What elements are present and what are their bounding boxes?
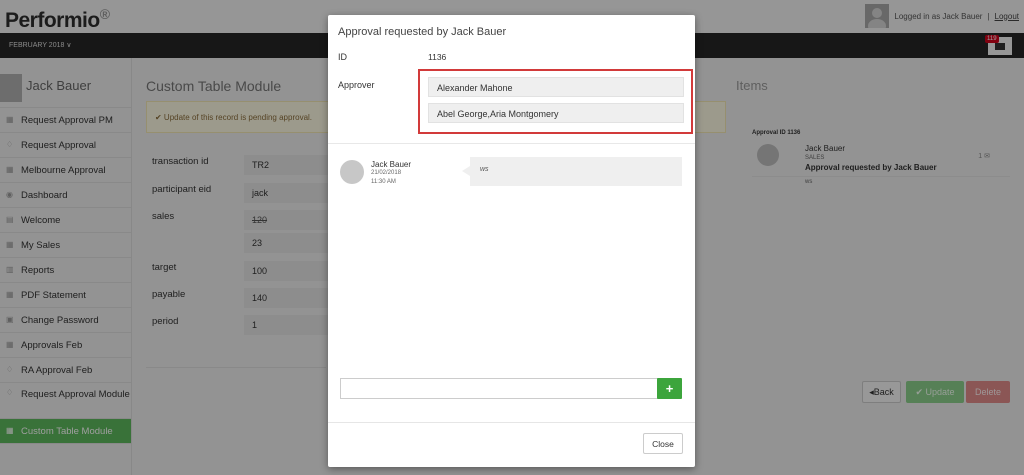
- approver-field-1: Alexander Mahone: [428, 77, 684, 97]
- id-label: ID: [338, 52, 347, 62]
- approver-label: Approver: [338, 80, 375, 90]
- approver-field-2: Abel George,Aria Montgomery: [428, 103, 684, 123]
- modal-footer-divider: [328, 422, 695, 423]
- approval-modal: Approval requested by Jack Bauer ID 1136…: [328, 15, 695, 467]
- comment-input[interactable]: [340, 378, 658, 399]
- close-button[interactable]: Close: [643, 433, 683, 454]
- add-comment-button[interactable]: +: [657, 378, 682, 399]
- comment-avatar: [340, 160, 364, 184]
- comment-author: Jack Bauer: [371, 160, 412, 169]
- approver-highlight-box: Alexander Mahone Abel George,Aria Montgo…: [418, 69, 693, 134]
- modal-divider: [328, 143, 695, 144]
- comment-date: 21/02/2018: [371, 170, 402, 176]
- comment-bubble: ws: [462, 157, 682, 186]
- comment-time: 11:30 AM: [371, 179, 396, 185]
- modal-title: Approval requested by Jack Bauer: [338, 26, 507, 38]
- id-value: 1136: [428, 52, 447, 62]
